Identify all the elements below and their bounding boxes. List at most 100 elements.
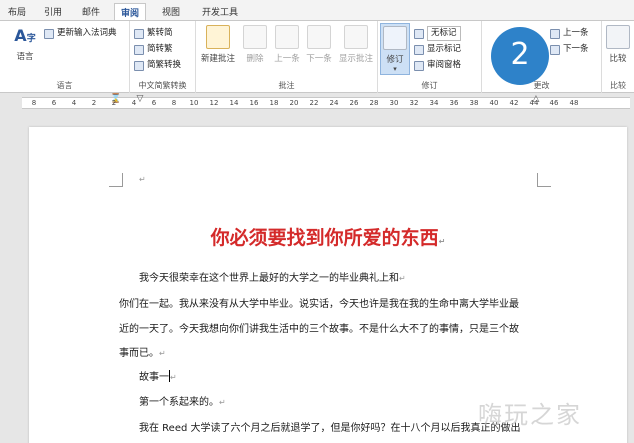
reviewing-pane-icon <box>414 60 424 71</box>
next-comment-button[interactable]: 下一条 <box>304 25 334 64</box>
compare-label: 比较 <box>609 54 627 64</box>
chinese-conversion-icon <box>134 60 144 71</box>
previous-comment-icon <box>275 25 299 49</box>
track-changes-icon <box>383 26 407 50</box>
track-changes-button[interactable]: 修订 ▾ <box>380 23 410 75</box>
translate-button[interactable]: A字 语言 <box>8 25 42 62</box>
paragraph-2-text: 你们在一起。我从来没有从大学中毕业。说实话，今天也许是我在我的生命中离大学毕业最 <box>119 299 519 310</box>
paragraph-1-text: 我今天很荣幸在这个世界上最好的大学之一的毕业典礼上和 <box>139 273 399 284</box>
previous-change-button[interactable]: 上一条 <box>550 27 589 40</box>
next-comment-label: 下一条 <box>306 54 332 64</box>
previous-comment-label: 上一条 <box>274 54 300 64</box>
ribbon: A字 语言 更新输入法词典 语言 繁转简 简转繁 简繁转换 中文简繁转换 新建批… <box>0 20 634 93</box>
chinese-conversion-group: 繁转简 简转繁 简繁转换 中文简繁转换 <box>130 21 196 93</box>
comments-group: 新建批注 删除 上一条 下一条 显示批注 批注 <box>196 21 378 93</box>
reviewing-pane-button[interactable]: 审阅窗格 <box>414 59 461 72</box>
ruler-number: 10 <box>189 99 199 107</box>
next-change-label: 下一条 <box>563 44 589 54</box>
traditional-to-simplified-label: 繁转简 <box>147 28 173 38</box>
tab-review[interactable]: 审阅 <box>114 3 147 21</box>
update-ime-dictionary-button[interactable]: 更新输入法词典 <box>44 27 117 40</box>
traditional-to-simplified-button[interactable]: 繁转简 <box>134 27 173 40</box>
compare-icon <box>606 25 630 49</box>
compare-group: 比较 比较 <box>602 21 634 93</box>
ruler-number: 20 <box>289 99 299 107</box>
paragraph-5[interactable]: 故事一↵ <box>139 368 177 383</box>
crop-mark-top-right <box>537 173 551 187</box>
show-comments-icon <box>344 25 368 49</box>
next-comment-icon <box>307 25 331 49</box>
show-markup-label: 显示标记 <box>427 44 462 54</box>
markup-icon <box>414 28 424 39</box>
compare-group-label: 比较 <box>610 81 626 90</box>
first-line-indent-marker[interactable]: ▽ <box>137 94 144 104</box>
simplified-to-traditional-button[interactable]: 简转繁 <box>134 43 173 56</box>
paragraph-6[interactable]: 第一个系起来的。↵ <box>139 393 226 408</box>
previous-change-label: 上一条 <box>563 28 589 38</box>
previous-comment-button[interactable]: 上一条 <box>272 25 302 64</box>
step-number-badge: 2 <box>491 27 549 85</box>
ruler-number: 8 <box>171 99 177 107</box>
translate-icon: A字 <box>14 26 36 45</box>
previous-change-icon <box>550 28 560 39</box>
ruler-number: 18 <box>269 99 279 107</box>
compare-button[interactable]: 比较 <box>604 25 632 64</box>
document-title[interactable]: 你必须要找到你所爱的东西↵ <box>29 223 627 250</box>
next-change-button[interactable]: 下一条 <box>550 43 589 56</box>
tab-references[interactable]: 引用 <box>42 5 64 21</box>
show-comments-button[interactable]: 显示批注 <box>336 25 376 64</box>
paragraph-7[interactable]: 我在 Reed 大学读了六个月之后就退学了，但是你好吗？在十八个月以后我真正的做… <box>139 419 521 434</box>
chinese-conversion-button[interactable]: 简繁转换 <box>134 59 181 72</box>
ruler-number: 14 <box>229 99 239 107</box>
paragraph-6-text: 第一个系起来的。 <box>139 397 219 408</box>
markup-select-value: 无标记 <box>427 26 461 41</box>
ruler-number: 24 <box>329 99 339 107</box>
reviewing-pane-label: 审阅窗格 <box>427 60 462 70</box>
translate-button-label: 语言 <box>16 52 34 62</box>
show-markup-button[interactable]: 显示标记 <box>414 43 461 56</box>
changes-group-label: 更改 <box>533 81 550 90</box>
paragraph-3[interactable]: 近的一天了。今天我想向你们讲我生活中的三个故事。不是什么大不了的事情，只是三个故 <box>119 320 519 335</box>
chevron-down-icon: ▾ <box>393 65 397 73</box>
dictionary-icon <box>44 28 54 39</box>
ruler-number: 30 <box>389 99 399 107</box>
ruler-number: 40 <box>489 99 499 107</box>
tab-layout[interactable]: 布局 <box>6 5 28 21</box>
ruler-strip: ⌛ ▽ △ 8 6 4 2 2 4 6 8 10 12 14 16 18 20 22 24 26 28 30 32 34… <box>22 94 630 109</box>
simplified-to-traditional-label: 简转繁 <box>147 44 173 54</box>
ruler-number: 16 <box>249 99 259 107</box>
ruler-number: 6 <box>51 99 57 107</box>
ruler-number: 32 <box>409 99 419 107</box>
ruler-number: 36 <box>449 99 459 107</box>
tab-mailings[interactable]: 邮件 <box>80 5 102 21</box>
next-change-icon <box>550 44 560 55</box>
watermark: 嗨玩之家 <box>478 401 582 429</box>
language-group-label: 语言 <box>56 81 73 90</box>
paragraph-1[interactable]: 我今天很荣幸在这个世界上最好的大学之一的毕业典礼上和↵ <box>139 269 406 284</box>
traditional-to-simplified-icon <box>134 28 144 39</box>
markup-display-select[interactable]: 无标记 <box>414 26 461 41</box>
ruler-number: 2 <box>111 99 117 107</box>
tracking-group: 修订 ▾ 无标记 显示标记 审阅窗格 修订 <box>378 21 482 93</box>
horizontal-ruler[interactable]: ⌛ ▽ △ 8 6 4 2 2 4 6 8 10 12 14 16 18 20 22 24 26 28 30 32 34… <box>0 94 634 112</box>
document-title-text: 你必须要找到你所爱的东西 <box>210 227 439 249</box>
new-comment-button[interactable]: 新建批注 <box>198 25 238 64</box>
tab-developer[interactable]: 开发工具 <box>200 5 240 21</box>
paragraph-4-text: 事而已。 <box>119 348 159 359</box>
delete-comment-button[interactable]: 删除 <box>242 25 268 64</box>
tab-view[interactable]: 视图 <box>160 5 182 21</box>
ruler-number: 26 <box>349 99 359 107</box>
ruler-number: 4 <box>71 99 77 107</box>
paragraph-4[interactable]: 事而已。↵ <box>119 344 166 359</box>
ruler-number: 48 <box>569 99 579 107</box>
chinese-conversion-label: 简繁转换 <box>147 60 182 70</box>
new-comment-label: 新建批注 <box>200 54 235 64</box>
paragraph-7-text: 我在 Reed 大学读了六个月之后就退学了，但是你好吗？在十八个月以后我真正的做… <box>139 423 521 434</box>
paragraph-2[interactable]: 你们在一起。我从来没有从大学中毕业。说实话，今天也许是我在我的生命中离大学毕业最 <box>119 295 519 310</box>
ruler-number: 44 <box>529 99 539 107</box>
new-comment-icon <box>206 25 230 49</box>
ruler-number: 2 <box>91 99 97 107</box>
update-ime-dictionary-label: 更新输入法词典 <box>57 28 117 38</box>
simplified-to-traditional-icon <box>134 44 144 55</box>
language-group: A字 语言 更新输入法词典 语言 <box>0 21 130 93</box>
